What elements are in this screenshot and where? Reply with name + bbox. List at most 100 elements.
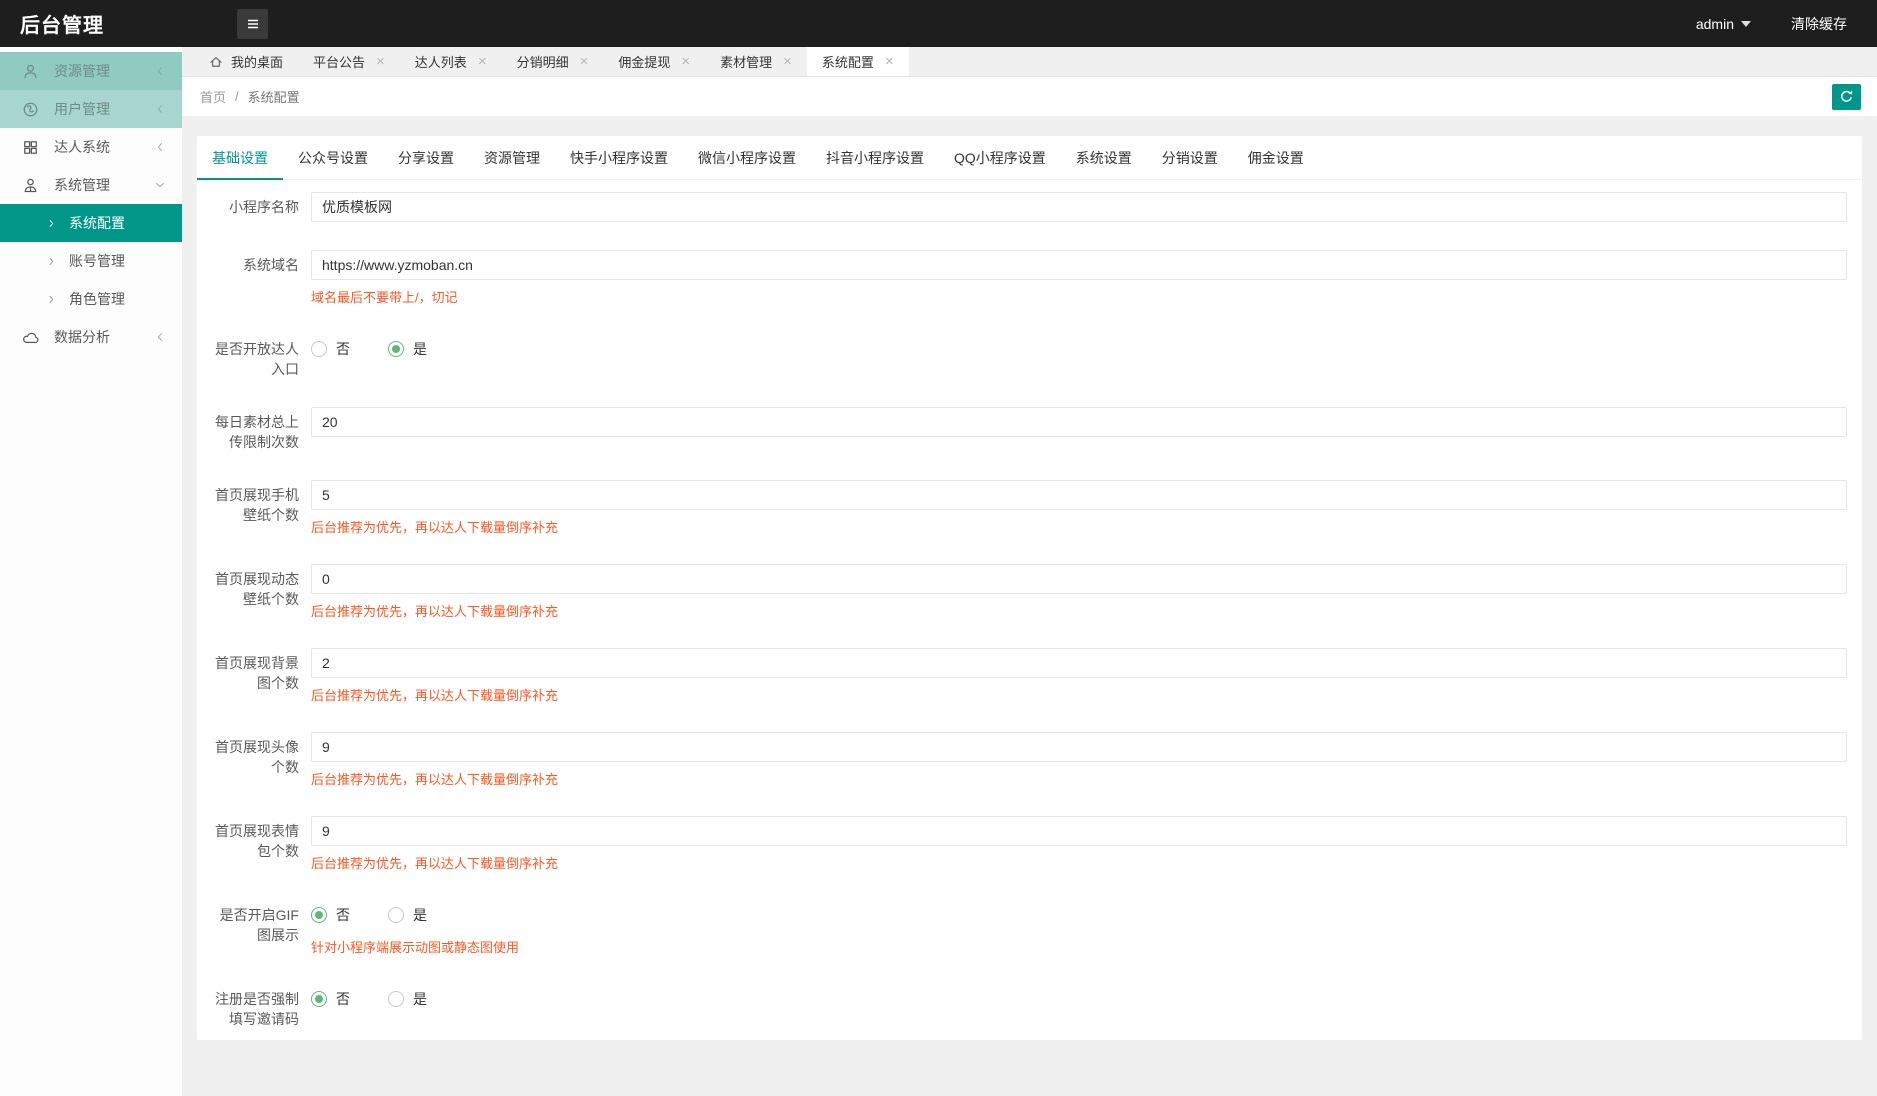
radio-unchecked-icon	[311, 341, 327, 357]
settings-tab-6[interactable]: 微信小程序设置	[683, 136, 811, 180]
home-avatar-count-input[interactable]	[311, 732, 1847, 762]
close-icon[interactable]: ×	[783, 54, 792, 69]
page-tab-label: 达人列表	[414, 55, 467, 70]
radio-option-label: 是	[413, 907, 427, 923]
sidebar-item-label: 用户管理	[54, 101, 110, 117]
breadcrumb: 首页 / 系统配置	[200, 87, 300, 106]
refresh-button[interactable]	[1832, 83, 1861, 110]
field-hint-text: 后台推荐为优先，再以达人下载量倒序补充	[311, 772, 559, 787]
chevron-left-icon	[154, 331, 166, 343]
close-icon[interactable]: ×	[376, 54, 385, 69]
home-icon	[209, 55, 223, 69]
page-tab-5[interactable]: 佣金提现 ×	[603, 47, 705, 76]
home-phone-wallpaper-count-input[interactable]	[311, 480, 1847, 510]
sidebar-subitem-2[interactable]: 账号管理	[0, 242, 182, 280]
form-control: 后台推荐为优先，再以达人下载量倒序补充	[311, 732, 1862, 788]
mini-program-name-input[interactable]	[311, 192, 1847, 222]
home-live-wallpaper-count-input[interactable]	[311, 564, 1847, 594]
user-icon	[22, 63, 54, 80]
settings-tab-10[interactable]: 分销设置	[1147, 136, 1233, 180]
form-label: 是否开启GIF图展示	[219, 907, 299, 943]
form-control: 后台推荐为优先，再以达人下载量倒序补充	[311, 648, 1862, 704]
close-icon[interactable]: ×	[885, 54, 894, 69]
form-row-home-avatar-count: 首页展现头像个数后台推荐为优先，再以达人下载量倒序补充	[211, 732, 1862, 788]
daily-upload-limit-input[interactable]	[311, 407, 1847, 437]
sidebar-subitem-3[interactable]: 角色管理	[0, 280, 182, 318]
page-tab-label: 系统配置	[821, 55, 874, 70]
settings-tab-3[interactable]: 分享设置	[383, 136, 469, 180]
breadcrumb-home[interactable]: 首页	[200, 87, 226, 106]
submenu-item-label: 系统配置	[69, 215, 125, 231]
radio-option-label: 否	[336, 907, 350, 923]
close-icon[interactable]: ×	[580, 54, 589, 69]
open-pages-tabstrip: 我的桌面 平台公告 × 达人列表 × 分销明细 × 佣金提现 × 素材管理 × 系统配置 ×	[182, 47, 1877, 77]
settings-form: 小程序名称系统域名域名最后不要带上/，切记是否开放达人入口否是每日素材总上传限制…	[197, 180, 1862, 1040]
sidebar-item-2[interactable]: 用户管理	[0, 90, 182, 128]
settings-tab-7[interactable]: 抖音小程序设置	[811, 136, 939, 180]
page-tab-3[interactable]: 达人列表 ×	[400, 47, 502, 76]
page-tab-4[interactable]: 分销明细 ×	[502, 47, 604, 76]
radio-checked-icon	[311, 991, 327, 1007]
breadcrumb-separator: /	[235, 89, 239, 104]
open-talent-entry-radio-yes[interactable]: 是	[388, 339, 427, 359]
form-row-home-live-wallpaper-count: 首页展现动态壁纸个数后台推荐为优先，再以达人下载量倒序补充	[211, 564, 1862, 620]
submenu-item-label: 账号管理	[69, 253, 125, 269]
settings-tab-9[interactable]: 系统设置	[1061, 136, 1147, 180]
close-icon[interactable]: ×	[681, 54, 690, 69]
users-circle-icon	[22, 101, 54, 118]
form-control: 后台推荐为优先，再以达人下载量倒序补充	[311, 480, 1862, 536]
clear-cache-button[interactable]: 清除缓存	[1791, 14, 1847, 34]
home-emoji-pack-count-input[interactable]	[311, 816, 1847, 846]
form-row-daily-upload-limit: 每日素材总上传限制次数	[211, 407, 1862, 452]
user-menu[interactable]: admin	[1696, 16, 1751, 32]
cloud-icon	[22, 329, 54, 346]
chevron-left-icon	[154, 65, 166, 77]
form-label: 系统域名	[243, 257, 299, 273]
breadcrumb-current: 系统配置	[247, 90, 300, 105]
sidebar-subitem-1[interactable]: 系统配置	[0, 204, 182, 242]
form-row-open-talent-entry: 是否开放达人入口 否 是	[211, 334, 1862, 379]
menu-toggle-button[interactable]	[237, 8, 268, 39]
arrow-right-icon	[46, 294, 57, 305]
form-label: 每日素材总上传限制次数	[215, 414, 299, 450]
user-name: admin	[1695, 15, 1734, 32]
form-label: 首页展现表情包个数	[215, 823, 299, 859]
submenu-item-label: 角色管理	[69, 291, 125, 307]
settings-tab-2[interactable]: 公众号设置	[283, 136, 383, 180]
settings-tab-8[interactable]: QQ小程序设置	[939, 136, 1061, 180]
open-talent-entry-radio-no[interactable]: 否	[311, 339, 350, 359]
content-area: 基础设置 公众号设置 分享设置 资源管理 快手小程序设置 微信小程序设置 抖音小程序设置 QQ…	[182, 116, 1877, 1096]
sidebar-item-5[interactable]: 数据分析	[0, 318, 182, 356]
page-tab-7[interactable]: 系统配置 ×	[806, 47, 909, 76]
sidebar-item-3[interactable]: 达人系统	[0, 128, 182, 166]
gif-display-radio-yes[interactable]: 是	[388, 905, 427, 925]
field-hint-text: 后台推荐为优先，再以达人下载量倒序补充	[311, 688, 559, 703]
settings-tab-11[interactable]: 佣金设置	[1233, 136, 1319, 180]
page-tab-2[interactable]: 平台公告 ×	[298, 47, 400, 76]
form-row-mini-program-name: 小程序名称	[211, 192, 1862, 222]
radio-option-label: 是	[413, 341, 427, 357]
register-invite-code-radio-yes[interactable]: 是	[388, 989, 427, 1009]
system-domain-input[interactable]	[311, 250, 1847, 280]
register-invite-code-radio-no[interactable]: 否	[311, 989, 350, 1009]
page-tab-1[interactable]: 我的桌面	[194, 47, 298, 76]
gif-display-radio-no[interactable]: 否	[311, 905, 350, 925]
field-hint-text: 域名最后不要带上/，切记	[311, 290, 458, 305]
form-label: 是否开放达人入口	[215, 341, 299, 377]
close-icon[interactable]: ×	[478, 54, 487, 69]
settings-tab-4[interactable]: 资源管理	[469, 136, 555, 180]
form-control: 后台推荐为优先，再以达人下载量倒序补充	[311, 564, 1862, 620]
settings-tab-5[interactable]: 快手小程序设置	[555, 136, 683, 180]
sidebar-item-1[interactable]: 资源管理	[0, 52, 182, 90]
form-control: 否是针对小程序端展示动图或静态图使用	[311, 900, 1862, 956]
arrow-right-icon	[46, 256, 57, 267]
form-row-register-invite-code: 注册是否强制填写邀请码否是	[211, 984, 1862, 1029]
form-row-home-emoji-pack-count: 首页展现表情包个数后台推荐为优先，再以达人下载量倒序补充	[211, 816, 1862, 872]
form-row-system-domain: 系统域名域名最后不要带上/，切记	[211, 250, 1862, 306]
radio-option-label: 否	[336, 341, 350, 357]
settings-tab-1[interactable]: 基础设置	[197, 136, 283, 180]
field-hint-text: 后台推荐为优先，再以达人下载量倒序补充	[311, 604, 559, 619]
sidebar-item-4[interactable]: 系统管理	[0, 166, 182, 204]
page-tab-6[interactable]: 素材管理 ×	[705, 47, 807, 76]
home-background-count-input[interactable]	[311, 648, 1847, 678]
